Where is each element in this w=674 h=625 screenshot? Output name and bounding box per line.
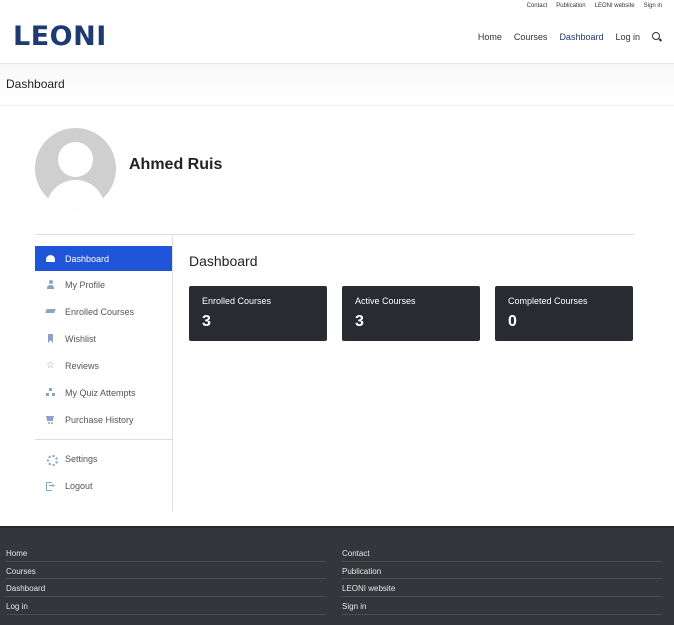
stat-card-completed: Completed Courses 0 — [495, 286, 633, 341]
leoni-logo[interactable]: LEONI — [13, 21, 107, 52]
sidebar-item-purchase-history[interactable]: Purchase History — [35, 407, 172, 432]
footer-nav-right: Contact Publication LEONI website Sign i… — [342, 544, 662, 615]
dashboard-icon — [46, 254, 55, 263]
avatar — [35, 128, 116, 209]
cart-icon — [46, 415, 55, 424]
footer-link-sign-in[interactable]: Sign in — [342, 597, 662, 615]
sidebar-item-label: Dashboard — [65, 253, 110, 264]
footer-link-leoni-website[interactable]: LEONI website — [342, 579, 662, 598]
gear-icon — [46, 454, 58, 466]
stat-card-value: 3 — [355, 313, 364, 330]
stat-card-value: 3 — [202, 313, 211, 330]
sidebar-item-label: My Profile — [65, 279, 106, 290]
sidebar-item-label: Settings — [65, 453, 98, 464]
search-icon[interactable] — [652, 32, 662, 42]
util-link-leoni-website[interactable]: LEONI website — [595, 3, 635, 9]
stat-card-value: 0 — [508, 313, 517, 330]
sidebar-item-settings[interactable]: Settings — [35, 446, 172, 471]
user-icon — [46, 280, 55, 289]
sidebar-item-label: Wishlist — [65, 333, 96, 344]
stat-card-label: Active Courses — [355, 296, 416, 306]
graduation-cap-icon — [46, 307, 55, 316]
nav-dashboard[interactable]: Dashboard — [559, 32, 603, 42]
sidebar-item-label: Enrolled Courses — [65, 306, 135, 317]
sidebar-item-enrolled-courses[interactable]: Enrolled Courses — [35, 299, 172, 324]
sidebar-item-label: Logout — [65, 480, 93, 491]
sidebar-item-my-profile[interactable]: My Profile — [35, 272, 172, 297]
stat-card-enrolled: Enrolled Courses 3 — [189, 286, 327, 341]
util-link-sign-in[interactable]: Sign in — [644, 3, 662, 9]
sidebar-item-label: Reviews — [65, 360, 100, 371]
star-icon: ☆ — [46, 360, 55, 371]
stat-card-label: Enrolled Courses — [202, 296, 272, 306]
util-link-contact[interactable]: Contact — [527, 3, 548, 9]
footer-link-publication[interactable]: Publication — [342, 562, 662, 580]
sidebar-item-quiz-attempts[interactable]: My Quiz Attempts — [35, 380, 172, 405]
utility-nav: Contact Publication LEONI website Sign i… — [527, 3, 662, 9]
site-footer: Home Courses Dashboard Log in Contact Pu… — [0, 526, 674, 625]
sidebar-item-label: My Quiz Attempts — [65, 387, 136, 398]
bookmark-icon — [46, 334, 55, 343]
page-title: Dashboard — [6, 77, 65, 91]
avatar-body-shape — [46, 180, 105, 209]
logout-icon — [46, 481, 55, 491]
footer-link-courses[interactable]: Courses — [6, 562, 326, 580]
site-header: Contact Publication LEONI website Sign i… — [0, 0, 674, 64]
sidebar-item-dashboard[interactable]: Dashboard — [35, 246, 172, 271]
footer-link-home[interactable]: Home — [6, 544, 326, 562]
sidebar-item-label: Purchase History — [65, 414, 134, 425]
dashboard-sidebar: Dashboard My Profile Enrolled Courses Wi… — [35, 235, 173, 511]
sidebar-divider — [35, 439, 172, 440]
avatar-head-shape — [58, 142, 93, 177]
footer-nav-left: Home Courses Dashboard Log in — [6, 544, 326, 615]
footer-link-contact[interactable]: Contact — [342, 544, 662, 562]
footer-link-dashboard[interactable]: Dashboard — [6, 579, 326, 598]
sidebar-item-reviews[interactable]: ☆ Reviews — [35, 353, 172, 378]
nav-login[interactable]: Log in — [615, 32, 640, 42]
footer-link-login[interactable]: Log in — [6, 597, 326, 615]
profile-name: Ahmed Ruis — [129, 156, 223, 173]
nav-home[interactable]: Home — [478, 32, 502, 42]
sitemap-icon — [46, 388, 55, 397]
nav-courses[interactable]: Courses — [514, 32, 548, 42]
stat-card-active: Active Courses 3 — [342, 286, 480, 341]
main-nav: Home Courses Dashboard Log in — [478, 32, 662, 42]
dashboard-heading: Dashboard — [189, 253, 258, 269]
util-link-publication[interactable]: Publication — [556, 3, 585, 9]
sidebar-item-wishlist[interactable]: Wishlist — [35, 326, 172, 351]
page-title-bar: Dashboard — [0, 64, 674, 106]
sidebar-item-logout[interactable]: Logout — [35, 473, 172, 498]
stat-card-label: Completed Courses — [508, 296, 588, 306]
